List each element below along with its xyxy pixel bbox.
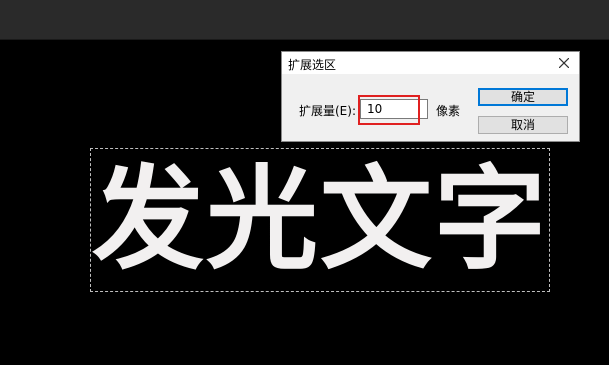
dialog-titlebar: 扩展选区	[282, 52, 579, 74]
dialog-title: 扩展选区	[288, 58, 337, 72]
selected-text-layer: 发光文字	[90, 148, 550, 292]
expand-selection-dialog: 扩展选区 扩展量(E): 像素 确定 取消	[281, 51, 580, 142]
app-top-bar	[0, 0, 609, 40]
cancel-button[interactable]: 取消	[478, 116, 568, 134]
close-icon[interactable]	[553, 53, 575, 73]
ok-button[interactable]: 确定	[478, 88, 568, 106]
close-icon-glyph	[558, 57, 570, 69]
unit-label: 像素	[436, 104, 461, 118]
expand-amount-input[interactable]	[360, 99, 428, 119]
expand-amount-label: 扩展量(E):	[299, 104, 356, 118]
